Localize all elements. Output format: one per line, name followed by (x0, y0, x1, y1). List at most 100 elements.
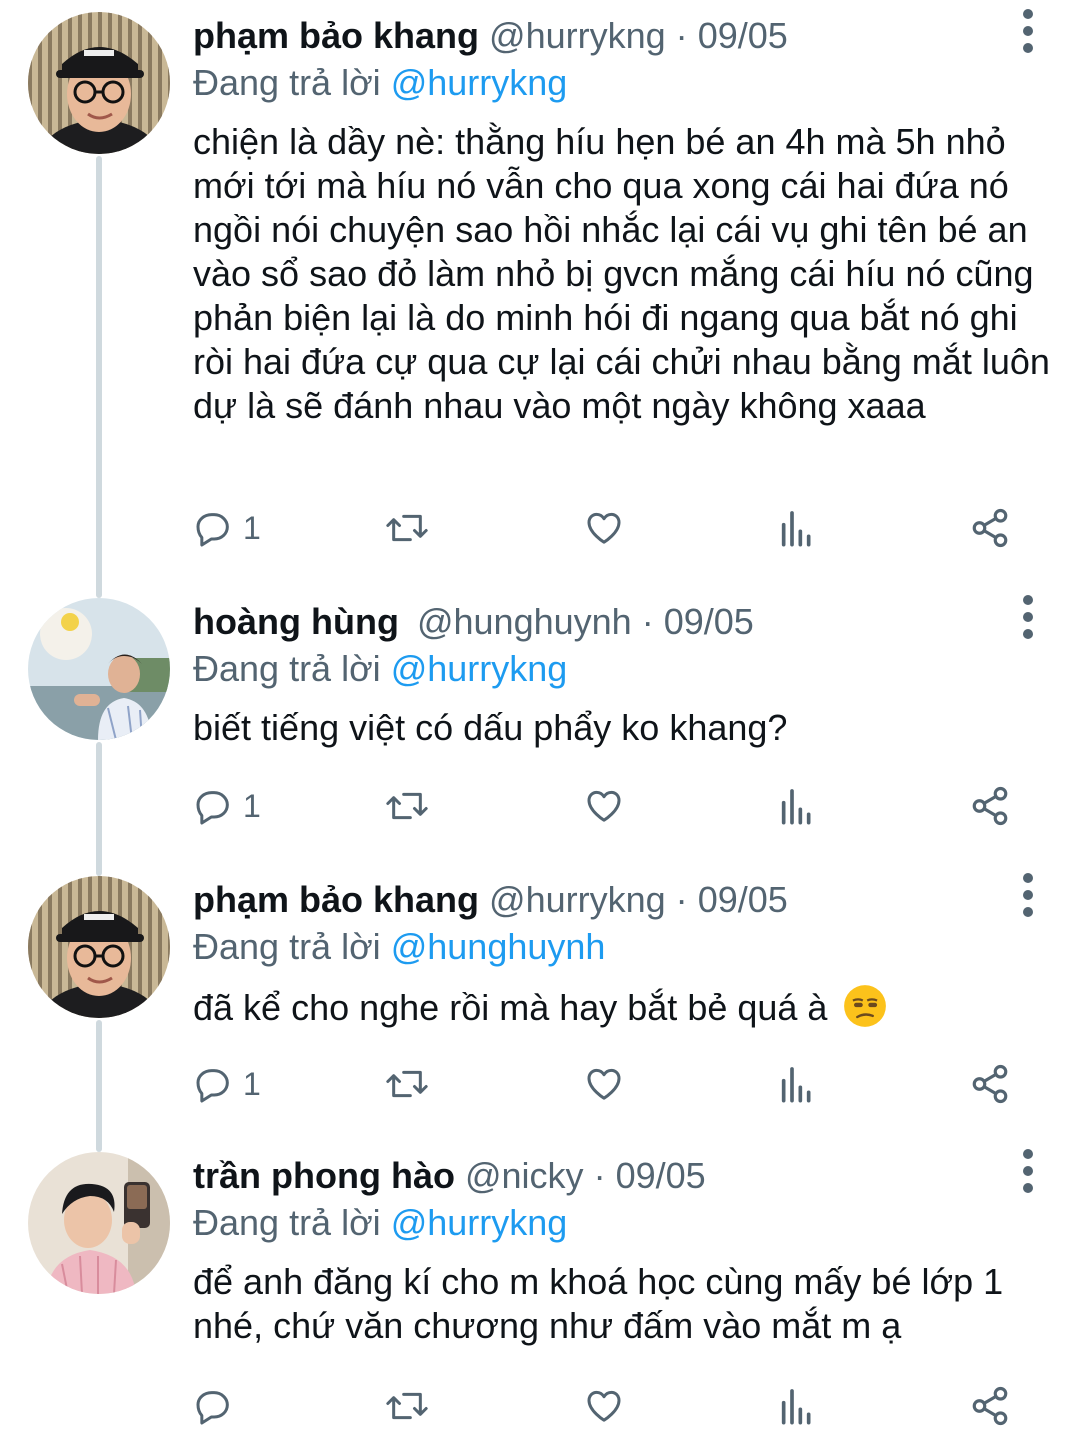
user-handle[interactable]: @hurrykng (489, 15, 666, 56)
replying-to: Đang trả lời @hurrykng (193, 1200, 1053, 1246)
analytics-button[interactable] (779, 1376, 815, 1436)
tweet-content: phạm bảo khang @hurrykng · 09/05 Đang tr… (193, 12, 1053, 428)
display-name[interactable]: phạm bảo khang (193, 15, 479, 56)
tweet-date[interactable]: 09/05 (616, 1155, 706, 1196)
share-icon (972, 786, 1008, 826)
reply-button[interactable]: 1 (193, 498, 261, 558)
avatar[interactable] (28, 598, 170, 740)
reply-icon (196, 513, 229, 547)
more-vertical-icon[interactable] (1016, 6, 1040, 56)
retweet-icon (386, 792, 428, 820)
tweet-actions: 1 (193, 776, 1023, 836)
replying-to-label: Đang trả lời (193, 1202, 381, 1243)
analytics-icon (781, 1389, 811, 1425)
reply-icon (196, 1391, 229, 1425)
reply-thread: phạm bảo khang @hurrykng · 09/05 Đang tr… (0, 0, 1080, 1440)
like-icon (587, 1390, 621, 1422)
separator: · (593, 1155, 606, 1196)
replying-to: Đang trả lời @hurrykng (193, 60, 1053, 106)
tweet[interactable]: trần phong hào @nicky · 09/05 Đang trả l… (0, 1140, 1080, 1440)
tweet-actions: 1 (193, 498, 1023, 558)
like-icon (587, 790, 621, 822)
tweet-text: biết tiếng việt có dấu phẩy ko khang? (193, 707, 788, 748)
like-button[interactable] (583, 498, 625, 558)
display-name[interactable]: trần phong hào (193, 1155, 455, 1196)
reply-button[interactable]: 1 (193, 1054, 261, 1114)
replying-to-label: Đang trả lời (193, 926, 381, 967)
like-icon (587, 512, 621, 544)
tweet[interactable]: phạm bảo khang @hurrykng · 09/05 Đang tr… (0, 864, 1080, 1144)
retweet-icon (386, 1070, 428, 1098)
share-icon (972, 1064, 1008, 1104)
retweet-button[interactable] (385, 776, 429, 836)
tweet-text: chiện là dầy nè: thằng híu hẹn bé an 4h … (193, 121, 1050, 426)
tweet-content: hoàng hùng @hunghuynh · 09/05 Đang trả l… (193, 598, 1053, 750)
avatar[interactable] (28, 12, 170, 154)
avatar-khang-image (28, 12, 170, 154)
analytics-icon (781, 789, 811, 825)
avatar-hung-image (28, 598, 170, 740)
analytics-button[interactable] (779, 776, 815, 836)
more-vertical-icon[interactable] (1016, 592, 1040, 642)
reply-icon (196, 1069, 229, 1103)
retweet-icon (386, 1392, 428, 1420)
like-button[interactable] (583, 1376, 625, 1436)
avatar[interactable] (28, 876, 170, 1018)
share-icon (972, 1386, 1008, 1426)
like-button[interactable] (583, 1054, 625, 1114)
tweet-actions: 1 (193, 1054, 1023, 1114)
avatar[interactable] (28, 1152, 170, 1294)
retweet-button[interactable] (385, 1054, 429, 1114)
tweet-header: trần phong hào @nicky · 09/05 (193, 1152, 1053, 1200)
analytics-button[interactable] (779, 1054, 815, 1114)
share-icon (972, 508, 1008, 548)
more-vertical-icon[interactable] (1016, 870, 1040, 920)
replying-to-mention[interactable]: @hurrykng (391, 62, 568, 103)
retweet-button[interactable] (385, 1376, 429, 1436)
analytics-button[interactable] (779, 498, 815, 558)
reply-button[interactable] (193, 1376, 243, 1436)
retweet-icon (386, 514, 428, 542)
separator: · (641, 601, 654, 642)
tweet-date[interactable]: 09/05 (698, 15, 788, 56)
share-button[interactable] (969, 1376, 1011, 1436)
share-button[interactable] (969, 498, 1011, 558)
reply-icon (196, 791, 229, 825)
tweet-header: phạm bảo khang @hurrykng · 09/05 (193, 876, 1053, 924)
user-handle[interactable]: @nicky (465, 1155, 584, 1196)
replying-to-mention[interactable]: @hurrykng (391, 1202, 568, 1243)
user-handle[interactable]: @hurrykng (489, 879, 666, 920)
tweet-content: trần phong hào @nicky · 09/05 Đang trả l… (193, 1152, 1053, 1348)
display-name[interactable]: hoàng hùng (193, 601, 399, 642)
tweet-date[interactable]: 09/05 (664, 601, 754, 642)
like-button[interactable] (583, 776, 625, 836)
like-icon (587, 1068, 621, 1100)
reply-count: 1 (243, 509, 261, 546)
tweet-header: phạm bảo khang @hurrykng · 09/05 (193, 12, 1053, 60)
replying-to: Đang trả lời @hunghuynh (193, 924, 1053, 970)
avatar-khang-image (28, 876, 170, 1018)
reply-count: 1 (243, 1065, 261, 1102)
more-vertical-icon[interactable] (1016, 1146, 1040, 1196)
display-name[interactable]: phạm bảo khang (193, 879, 479, 920)
tweet[interactable]: hoàng hùng @hunghuynh · 09/05 Đang trả l… (0, 586, 1080, 866)
tweet-text: đã kể cho nghe rồi mà hay bắt bẻ quá à (193, 987, 828, 1028)
unamused-face-emoji (844, 985, 887, 1027)
user-handle[interactable]: @hunghuynh (417, 601, 632, 642)
tweet-date[interactable]: 09/05 (698, 879, 788, 920)
tweet[interactable]: phạm bảo khang @hurrykng · 09/05 Đang tr… (0, 0, 1080, 590)
tweet-actions (193, 1376, 1023, 1436)
tweet-header: hoàng hùng @hunghuynh · 09/05 (193, 598, 1053, 646)
reply-button[interactable]: 1 (193, 776, 261, 836)
replying-to-mention[interactable]: @hunghuynh (391, 926, 606, 967)
reply-count: 1 (243, 787, 261, 824)
replying-to-mention[interactable]: @hurrykng (391, 648, 568, 689)
analytics-icon (781, 1067, 811, 1103)
share-button[interactable] (969, 776, 1011, 836)
analytics-icon (781, 511, 811, 547)
replying-to: Đang trả lời @hurrykng (193, 646, 1053, 692)
retweet-button[interactable] (385, 498, 429, 558)
separator: · (675, 879, 688, 920)
separator: · (675, 15, 688, 56)
share-button[interactable] (969, 1054, 1011, 1114)
